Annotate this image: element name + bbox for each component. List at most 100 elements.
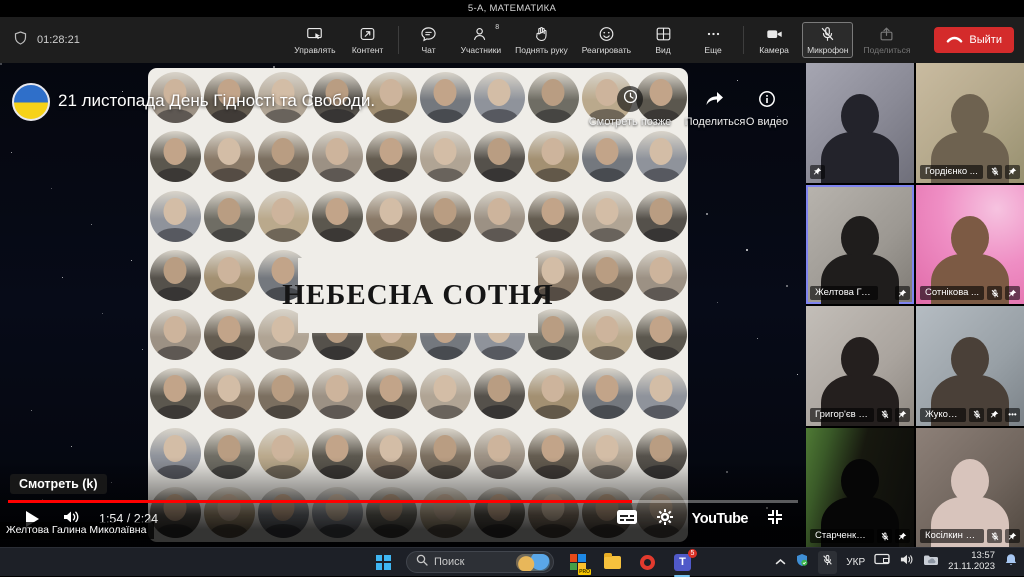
raise-hand-button[interactable]: Поднять руку bbox=[511, 23, 572, 57]
memorial-portrait bbox=[258, 368, 309, 419]
pin-icon bbox=[987, 408, 1002, 422]
star-dot bbox=[31, 410, 32, 411]
memorial-portrait bbox=[582, 368, 633, 419]
mic-muted-icon bbox=[969, 408, 984, 422]
video-progress-bar[interactable] bbox=[8, 500, 798, 503]
video-progress-fill bbox=[8, 500, 632, 503]
memorial-portrait bbox=[204, 250, 255, 301]
speaker-icon[interactable] bbox=[899, 553, 914, 571]
view-button[interactable]: Вид bbox=[641, 23, 685, 57]
mic-muted-icon bbox=[987, 529, 1002, 543]
about-video-button[interactable]: О видео bbox=[740, 86, 794, 128]
display-cast-icon[interactable] bbox=[874, 553, 890, 571]
participant-tile-3[interactable]: Желтова Галина... bbox=[806, 185, 914, 305]
participant-tile-7[interactable]: Старченко ... bbox=[806, 428, 914, 548]
shield-icon bbox=[14, 31, 27, 50]
participant-tile-2[interactable]: Гордієнко ... bbox=[916, 63, 1024, 183]
participant-tile-6[interactable]: Жукова...••• bbox=[916, 306, 1024, 426]
memorial-portrait bbox=[474, 131, 525, 182]
notification-bell-icon[interactable] bbox=[1004, 553, 1018, 572]
memorial-portrait bbox=[312, 131, 363, 182]
star-dot bbox=[142, 349, 143, 350]
memorial-portrait bbox=[474, 191, 525, 242]
star-dot bbox=[746, 249, 748, 251]
tray-chevron-icon[interactable] bbox=[775, 553, 786, 571]
fullscreen-icon[interactable] bbox=[766, 508, 784, 531]
subtitles-icon[interactable] bbox=[616, 509, 638, 530]
manage-button[interactable]: Управлять bbox=[290, 23, 339, 57]
memorial-portrait bbox=[474, 368, 525, 419]
memorial-portrait bbox=[150, 368, 201, 419]
video-headline: НЕБЕСНА СОТНЯ bbox=[298, 258, 538, 333]
star-dot bbox=[757, 338, 758, 339]
mic-button[interactable]: Микрофон bbox=[802, 22, 853, 58]
taskbar-opera[interactable] bbox=[636, 551, 659, 574]
chat-button[interactable]: Чат bbox=[407, 23, 451, 57]
search-input[interactable]: Поиск bbox=[406, 551, 554, 573]
taskbar-clock[interactable]: 13:57 21.11.2023 bbox=[948, 551, 995, 573]
pin-icon bbox=[895, 529, 910, 543]
info-icon bbox=[758, 86, 776, 112]
memorial-portrait bbox=[204, 368, 255, 419]
memorial-portrait bbox=[366, 131, 417, 182]
participant-name-label: Косілкин Ки... bbox=[920, 529, 984, 543]
memorial-portrait bbox=[312, 191, 363, 242]
participants-sidebar: Гордієнко ...Желтова Галина...Сотнікова … bbox=[806, 63, 1024, 547]
star-dot bbox=[717, 302, 718, 303]
content-button[interactable]: Контент bbox=[346, 23, 390, 57]
youtube-logo[interactable]: YouTube bbox=[692, 511, 748, 527]
taskbar-teams[interactable]: T 5 bbox=[671, 551, 694, 574]
screen-share-icon bbox=[305, 25, 324, 43]
channel-avatar[interactable] bbox=[12, 83, 50, 121]
search-icon bbox=[416, 553, 428, 571]
start-button[interactable] bbox=[372, 551, 394, 573]
meeting-title: 5-А, МАТЕМАТИКА bbox=[468, 3, 556, 14]
leave-button[interactable]: Выйти bbox=[934, 27, 1014, 53]
participant-tile-4[interactable]: Сотнікова ... bbox=[916, 185, 1024, 305]
memorial-portrait bbox=[420, 191, 471, 242]
memorial-portrait bbox=[258, 191, 309, 242]
taskbar-file-explorer[interactable] bbox=[601, 551, 624, 574]
video-title: 21 листопада День Гідності та Свободи. bbox=[58, 91, 375, 111]
participant-tile-5[interactable]: Григор'єв Б... bbox=[806, 306, 914, 426]
share-tray-button[interactable]: Поделиться bbox=[859, 23, 914, 57]
star-dot bbox=[706, 213, 708, 215]
pin-icon bbox=[895, 286, 910, 300]
watch-later-button[interactable]: Смотреть позже bbox=[578, 86, 682, 128]
smiley-icon bbox=[597, 25, 616, 43]
language-indicator[interactable]: УКР bbox=[846, 557, 865, 568]
memorial-portrait bbox=[150, 309, 201, 360]
clock-date: 21.11.2023 bbox=[948, 562, 995, 573]
tile-more-icon[interactable]: ••• bbox=[1005, 408, 1020, 422]
share-upload-icon bbox=[877, 25, 896, 43]
chat-icon bbox=[419, 25, 438, 43]
raise-hand-icon bbox=[532, 25, 551, 43]
folder-icon bbox=[604, 556, 621, 569]
participant-tile-1[interactable] bbox=[806, 63, 914, 183]
participant-tile-8[interactable]: Косілкин Ки... bbox=[916, 428, 1024, 548]
memorial-portrait bbox=[636, 131, 687, 182]
onedrive-folder-icon[interactable] bbox=[923, 553, 939, 571]
memorial-portrait bbox=[150, 191, 201, 242]
star-dot bbox=[62, 277, 63, 278]
window-titlebar: 5-А, МАТЕМАТИКА bbox=[0, 0, 1024, 17]
participants-button[interactable]: 8 Участники bbox=[457, 23, 506, 57]
settings-gear-icon[interactable] bbox=[656, 508, 674, 531]
camera-button[interactable]: Камера bbox=[752, 23, 796, 57]
security-shield-icon[interactable] bbox=[795, 553, 809, 572]
search-highlight-thumbnail[interactable] bbox=[516, 554, 550, 571]
pin-icon bbox=[1005, 286, 1020, 300]
meeting-timer: 01:28:21 bbox=[37, 34, 80, 46]
mic-muted-icon bbox=[818, 25, 837, 43]
ellipsis-icon bbox=[704, 25, 723, 43]
pin-icon bbox=[895, 408, 910, 422]
more-button[interactable]: Еще bbox=[691, 23, 735, 57]
react-button[interactable]: Реагировать bbox=[578, 23, 635, 57]
star-dot bbox=[51, 188, 52, 189]
camera-icon bbox=[765, 25, 784, 43]
taskbar-microsoft-365[interactable]: PRO bbox=[566, 551, 589, 574]
tray-mic-muted-icon[interactable] bbox=[818, 551, 837, 574]
star-dot bbox=[91, 224, 92, 225]
memorial-portrait bbox=[582, 191, 633, 242]
memorial-portrait bbox=[582, 131, 633, 182]
